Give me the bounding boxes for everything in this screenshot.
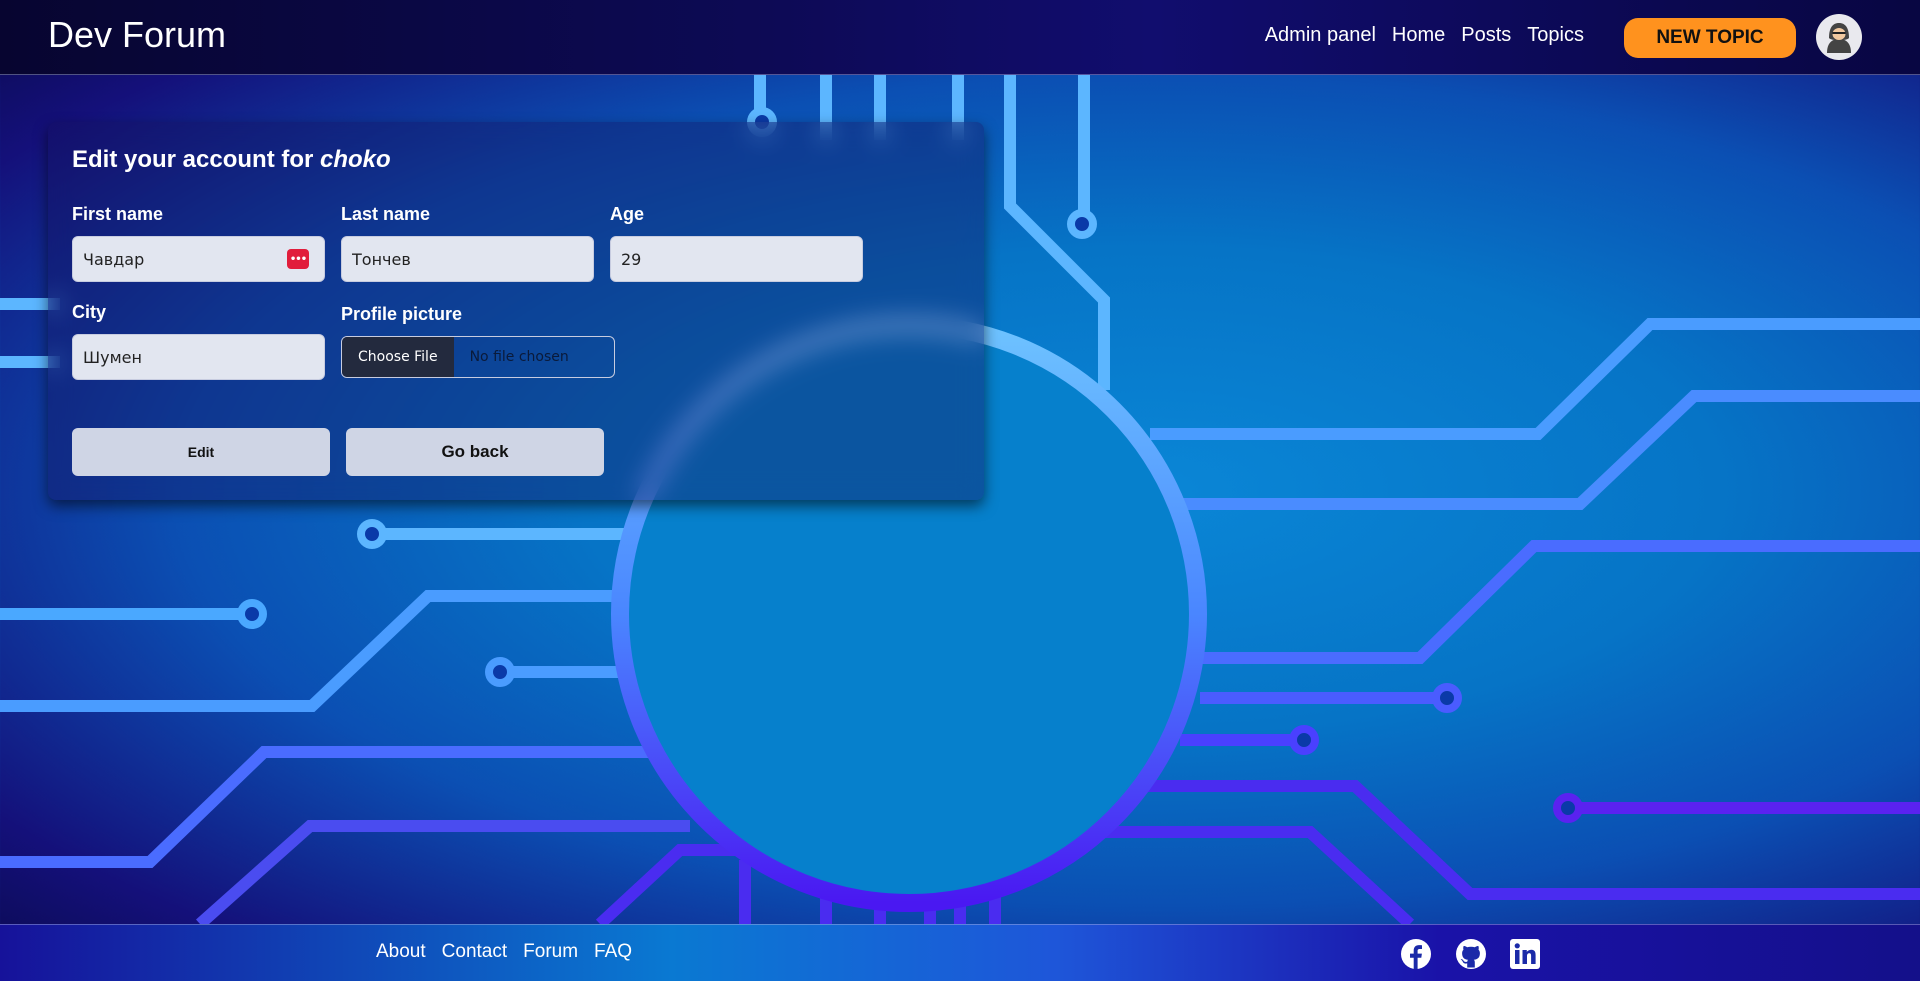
site-logo[interactable]: Dev Forum <box>48 14 226 56</box>
choose-file-button[interactable]: Choose File <box>342 337 454 377</box>
nav-admin-panel[interactable]: Admin panel <box>1265 24 1376 47</box>
go-back-button[interactable]: Go back <box>346 428 604 476</box>
age-input[interactable] <box>610 236 863 282</box>
first-name-label: First name <box>72 204 164 224</box>
top-navbar: Dev Forum Admin panel Home Posts Topics … <box>0 0 1920 75</box>
last-name-input[interactable] <box>341 236 594 282</box>
age-label: Age <box>610 204 645 224</box>
nav-home[interactable]: Home <box>1392 24 1445 47</box>
edit-account-title: Edit your account for choko <box>72 146 391 173</box>
new-topic-button[interactable]: NEW TOPIC <box>1624 18 1796 58</box>
linkedin-icon[interactable] <box>1508 937 1542 971</box>
nav-topics[interactable]: Topics <box>1527 24 1584 47</box>
footer: About Contact Forum FAQ <box>0 924 1920 981</box>
facebook-icon[interactable] <box>1399 937 1433 971</box>
footer-link-faq[interactable]: FAQ <box>594 941 632 963</box>
profile-picture-label: Profile picture <box>341 304 463 324</box>
city-label: City <box>72 302 107 322</box>
footer-nav: About Contact Forum FAQ <box>376 941 632 963</box>
last-name-label: Last name <box>341 204 431 224</box>
user-avatar-icon[interactable] <box>1816 14 1862 60</box>
footer-link-about[interactable]: About <box>376 941 426 963</box>
footer-link-contact[interactable]: Contact <box>442 941 507 963</box>
edit-button[interactable]: Edit <box>72 428 330 476</box>
github-icon[interactable] <box>1454 937 1488 971</box>
city-input[interactable] <box>72 334 325 380</box>
username: choko <box>320 146 391 173</box>
footer-link-forum[interactable]: Forum <box>523 941 578 963</box>
nav-posts[interactable]: Posts <box>1461 24 1511 47</box>
main-nav: Admin panel Home Posts Topics <box>1265 24 1584 47</box>
password-manager-icon[interactable]: ••• <box>287 249 309 269</box>
file-status: No file chosen <box>469 349 569 365</box>
edit-account-card: Edit your account for choko First name •… <box>48 122 984 500</box>
profile-picture-file-input[interactable]: Choose File No file chosen <box>341 336 615 378</box>
